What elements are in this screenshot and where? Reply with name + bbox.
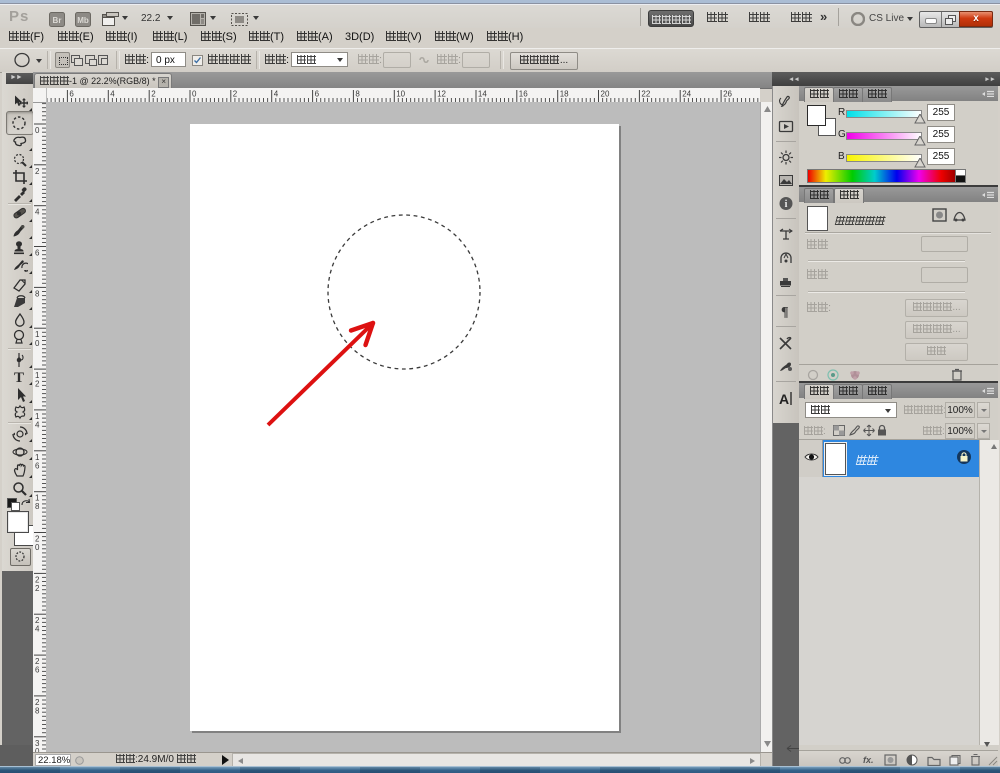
svg-text:T: T	[14, 370, 24, 385]
svg-text:8: 8	[35, 706, 40, 715]
svg-text:4: 4	[35, 208, 40, 217]
svg-text:2: 2	[35, 380, 40, 389]
svg-text:8: 8	[35, 502, 40, 511]
svg-text:4: 4	[35, 420, 40, 429]
svg-text:0: 0	[35, 339, 40, 348]
svg-text:0: 0	[35, 543, 40, 552]
svg-text:0: 0	[192, 90, 197, 99]
svg-text:8: 8	[35, 289, 40, 298]
svg-text:4: 4	[35, 625, 40, 634]
svg-text:Mb: Mb	[77, 16, 89, 25]
svg-text:6: 6	[35, 461, 40, 470]
svg-text:0: 0	[35, 126, 40, 135]
svg-text:¶: ¶	[781, 305, 789, 319]
svg-text:6: 6	[315, 90, 320, 99]
svg-text:4: 4	[110, 90, 115, 99]
svg-text:18: 18	[560, 90, 569, 99]
svg-text:24: 24	[682, 90, 691, 99]
svg-text:6: 6	[35, 666, 40, 675]
svg-text:2: 2	[35, 584, 40, 593]
svg-text:2: 2	[35, 167, 40, 176]
svg-text:2: 2	[233, 90, 238, 99]
svg-text:14: 14	[478, 90, 487, 99]
svg-text:6: 6	[69, 90, 74, 99]
svg-text:16: 16	[519, 90, 528, 99]
svg-text:12: 12	[437, 90, 446, 99]
svg-text:20: 20	[601, 90, 610, 99]
svg-text:Br: Br	[53, 16, 62, 25]
svg-text:i: i	[785, 199, 788, 210]
svg-text:A: A	[779, 391, 789, 406]
svg-text:8: 8	[355, 90, 360, 99]
svg-text:22: 22	[641, 90, 650, 99]
svg-text:2: 2	[151, 90, 156, 99]
svg-text:6: 6	[35, 249, 40, 258]
svg-text:10: 10	[396, 90, 405, 99]
svg-text:4: 4	[274, 90, 279, 99]
svg-text:26: 26	[723, 90, 732, 99]
